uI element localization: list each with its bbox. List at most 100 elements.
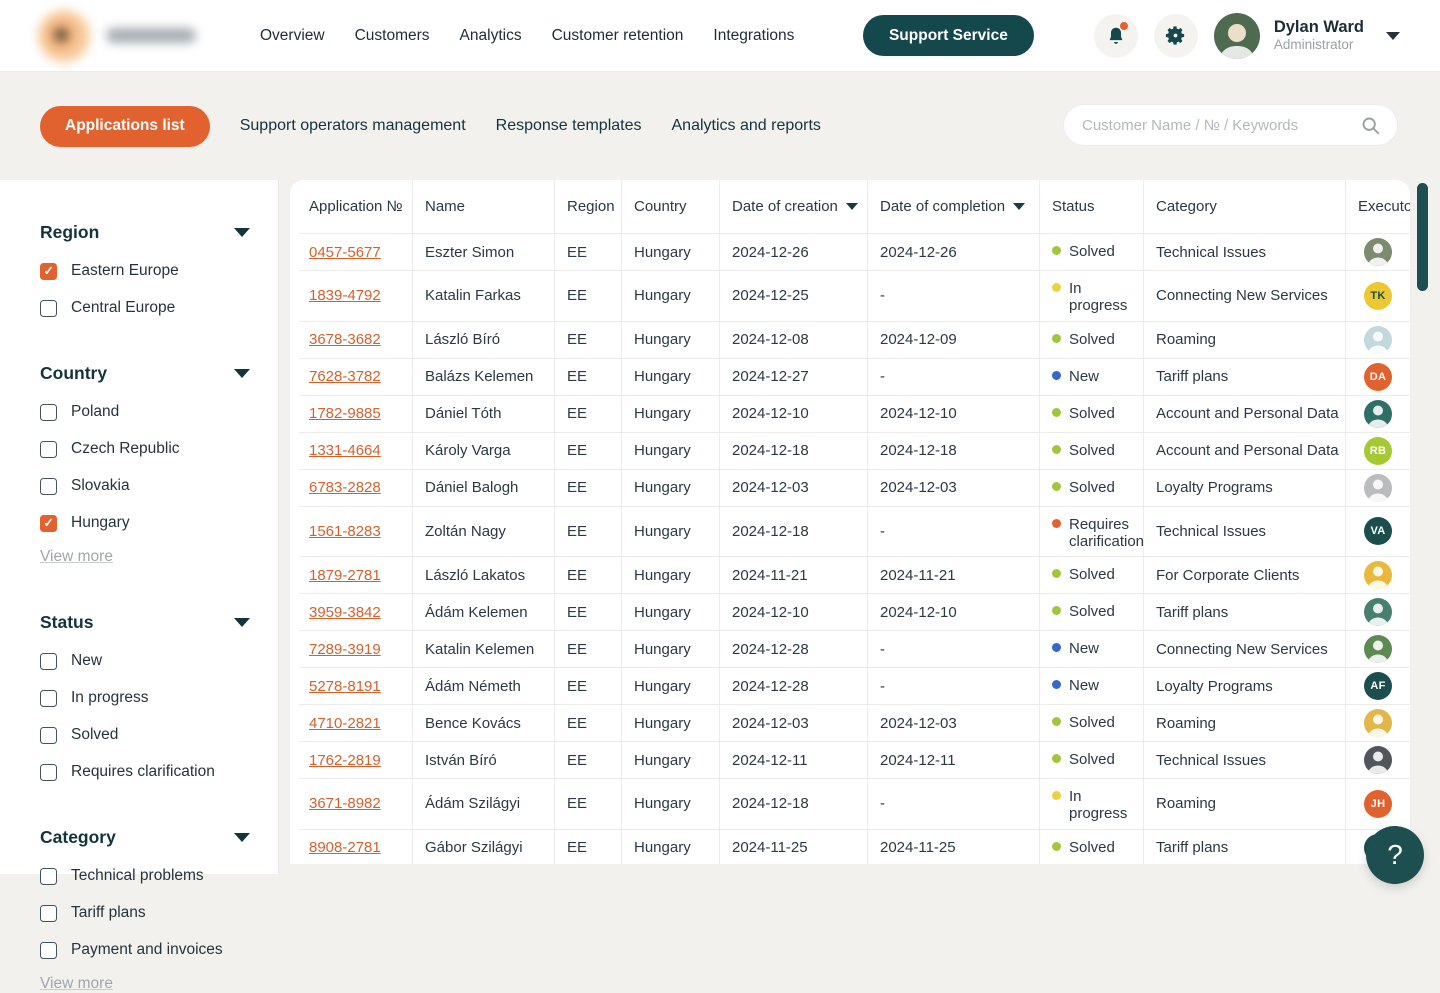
filter-option[interactable]: Tariff plans [40, 904, 250, 922]
tab[interactable]: Response templates [496, 117, 642, 135]
application-number-link[interactable]: 1561-8283 [309, 523, 381, 540]
executor-avatar[interactable] [1364, 326, 1392, 354]
filter-option[interactable]: Slovakia [40, 477, 250, 495]
view-more-link[interactable]: View more [40, 548, 113, 566]
cell-status: In progress [1039, 779, 1143, 829]
executor-avatar[interactable] [1364, 238, 1392, 266]
collapse-chevron-down-icon[interactable] [234, 833, 250, 842]
nav-item[interactable]: Integrations [713, 27, 794, 45]
checkbox[interactable] [40, 727, 57, 744]
checkbox[interactable] [40, 764, 57, 781]
executor-avatar[interactable]: VA [1364, 517, 1392, 545]
filter-option[interactable]: Solved [40, 726, 250, 744]
application-number-link[interactable]: 4710-2821 [309, 715, 381, 732]
executor-avatar[interactable] [1364, 746, 1392, 774]
settings-button[interactable] [1154, 14, 1198, 58]
sort-arrow-icon[interactable] [1013, 203, 1025, 210]
collapse-chevron-down-icon[interactable] [234, 228, 250, 237]
help-button[interactable]: ? [1366, 826, 1424, 884]
cell-region: EE [554, 779, 621, 829]
executor-avatar[interactable]: TK [1364, 282, 1392, 310]
executor-avatar[interactable] [1364, 561, 1392, 589]
search-icon[interactable] [1360, 115, 1381, 136]
executor-avatar[interactable] [1364, 400, 1392, 428]
application-number-link[interactable]: 7628-3782 [309, 368, 381, 385]
search-box[interactable] [1063, 104, 1398, 146]
nav-item[interactable]: Customers [355, 27, 430, 45]
application-number-link[interactable]: 1762-2819 [309, 752, 381, 769]
table-scrollbar-thumb[interactable] [1417, 183, 1428, 291]
filter-option[interactable]: Eastern Europe [40, 262, 250, 280]
user-menu[interactable]: Dylan Ward Administrator [1274, 17, 1364, 55]
checkbox[interactable] [40, 263, 57, 280]
executor-avatar[interactable]: AF [1364, 672, 1392, 700]
application-number-link[interactable]: 3671-8982 [309, 795, 381, 812]
filter-option[interactable]: Czech Republic [40, 440, 250, 458]
executor-avatar[interactable]: RB [1364, 437, 1392, 465]
checkbox[interactable] [40, 653, 57, 670]
applications-table: Application № Name Region Country Date o… [290, 180, 1410, 864]
application-number-link[interactable]: 6783-2828 [309, 479, 381, 496]
filter-items: Technical problems Tariff plans Payment … [40, 867, 250, 993]
checkbox[interactable] [40, 942, 57, 959]
top-bar: Overview Customers Analytics Customer re… [0, 0, 1440, 72]
executor-avatar[interactable] [1364, 635, 1392, 663]
application-number-link[interactable]: 1839-4792 [309, 287, 381, 304]
user-avatar[interactable] [1214, 13, 1260, 59]
tab-active[interactable]: Applications list [40, 106, 210, 147]
tab[interactable]: Analytics and reports [672, 117, 821, 135]
nav-item[interactable]: Customer retention [552, 27, 684, 45]
checkbox[interactable] [40, 404, 57, 421]
collapse-chevron-down-icon[interactable] [234, 618, 250, 627]
application-number-link[interactable]: 1879-2781 [309, 567, 381, 584]
filter-option[interactable]: In progress [40, 689, 250, 707]
nav-item[interactable]: Overview [260, 27, 325, 45]
application-number-link[interactable]: 8908-2781 [309, 839, 381, 856]
application-number-link[interactable]: 1331-4664 [309, 442, 381, 459]
filter-option[interactable]: Requires clarification [40, 763, 250, 781]
checkbox[interactable] [40, 905, 57, 922]
search-input[interactable] [1082, 117, 1360, 134]
executor-avatar[interactable] [1364, 709, 1392, 737]
support-service-button[interactable]: Support Service [863, 15, 1034, 56]
application-number-link[interactable]: 1782-9885 [309, 405, 381, 422]
executor-avatar[interactable]: DA [1364, 363, 1392, 391]
collapse-chevron-down-icon[interactable] [234, 369, 250, 378]
application-number-link[interactable]: 5278-8191 [309, 678, 381, 695]
filter-option[interactable]: Hungary [40, 514, 250, 532]
notifications-button[interactable] [1094, 14, 1138, 58]
filter-group-header[interactable]: Country [40, 363, 250, 384]
cell-status: Solved [1039, 742, 1143, 778]
checkbox[interactable] [40, 515, 57, 532]
filter-option[interactable]: Payment and invoices [40, 941, 250, 959]
filter-group-header[interactable]: Category [40, 827, 250, 848]
view-more-link[interactable]: View more [40, 975, 113, 993]
application-number-link[interactable]: 0457-5677 [309, 244, 381, 261]
user-menu-chevron-down-icon[interactable] [1386, 32, 1400, 40]
application-number-link[interactable]: 3959-3842 [309, 604, 381, 621]
executor-avatar[interactable]: JH [1364, 790, 1392, 818]
sort-arrow-icon[interactable] [846, 203, 858, 210]
executor-avatar[interactable] [1364, 474, 1392, 502]
executor-avatar[interactable] [1364, 598, 1392, 626]
checkbox[interactable] [40, 441, 57, 458]
application-number-link[interactable]: 7289-3919 [309, 641, 381, 658]
cell-status: Solved [1039, 234, 1143, 270]
checkbox[interactable] [40, 868, 57, 885]
filter-group-header[interactable]: Status [40, 612, 250, 633]
tab[interactable]: Support operators management [240, 117, 466, 135]
cell-country: Hungary [621, 359, 719, 395]
checkbox[interactable] [40, 690, 57, 707]
filter-option[interactable]: Central Europe [40, 299, 250, 317]
filter-option[interactable]: Poland [40, 403, 250, 421]
column-header-label: Region [567, 198, 615, 215]
checkbox[interactable] [40, 300, 57, 317]
filter-option[interactable]: New [40, 652, 250, 670]
nav-item[interactable]: Analytics [460, 27, 522, 45]
filter-option[interactable]: Technical problems [40, 867, 250, 885]
column-header-label: Executor [1358, 198, 1410, 215]
app-logo[interactable] [38, 10, 196, 62]
checkbox[interactable] [40, 478, 57, 495]
filter-group-header[interactable]: Region [40, 222, 250, 243]
application-number-link[interactable]: 3678-3682 [309, 331, 381, 348]
